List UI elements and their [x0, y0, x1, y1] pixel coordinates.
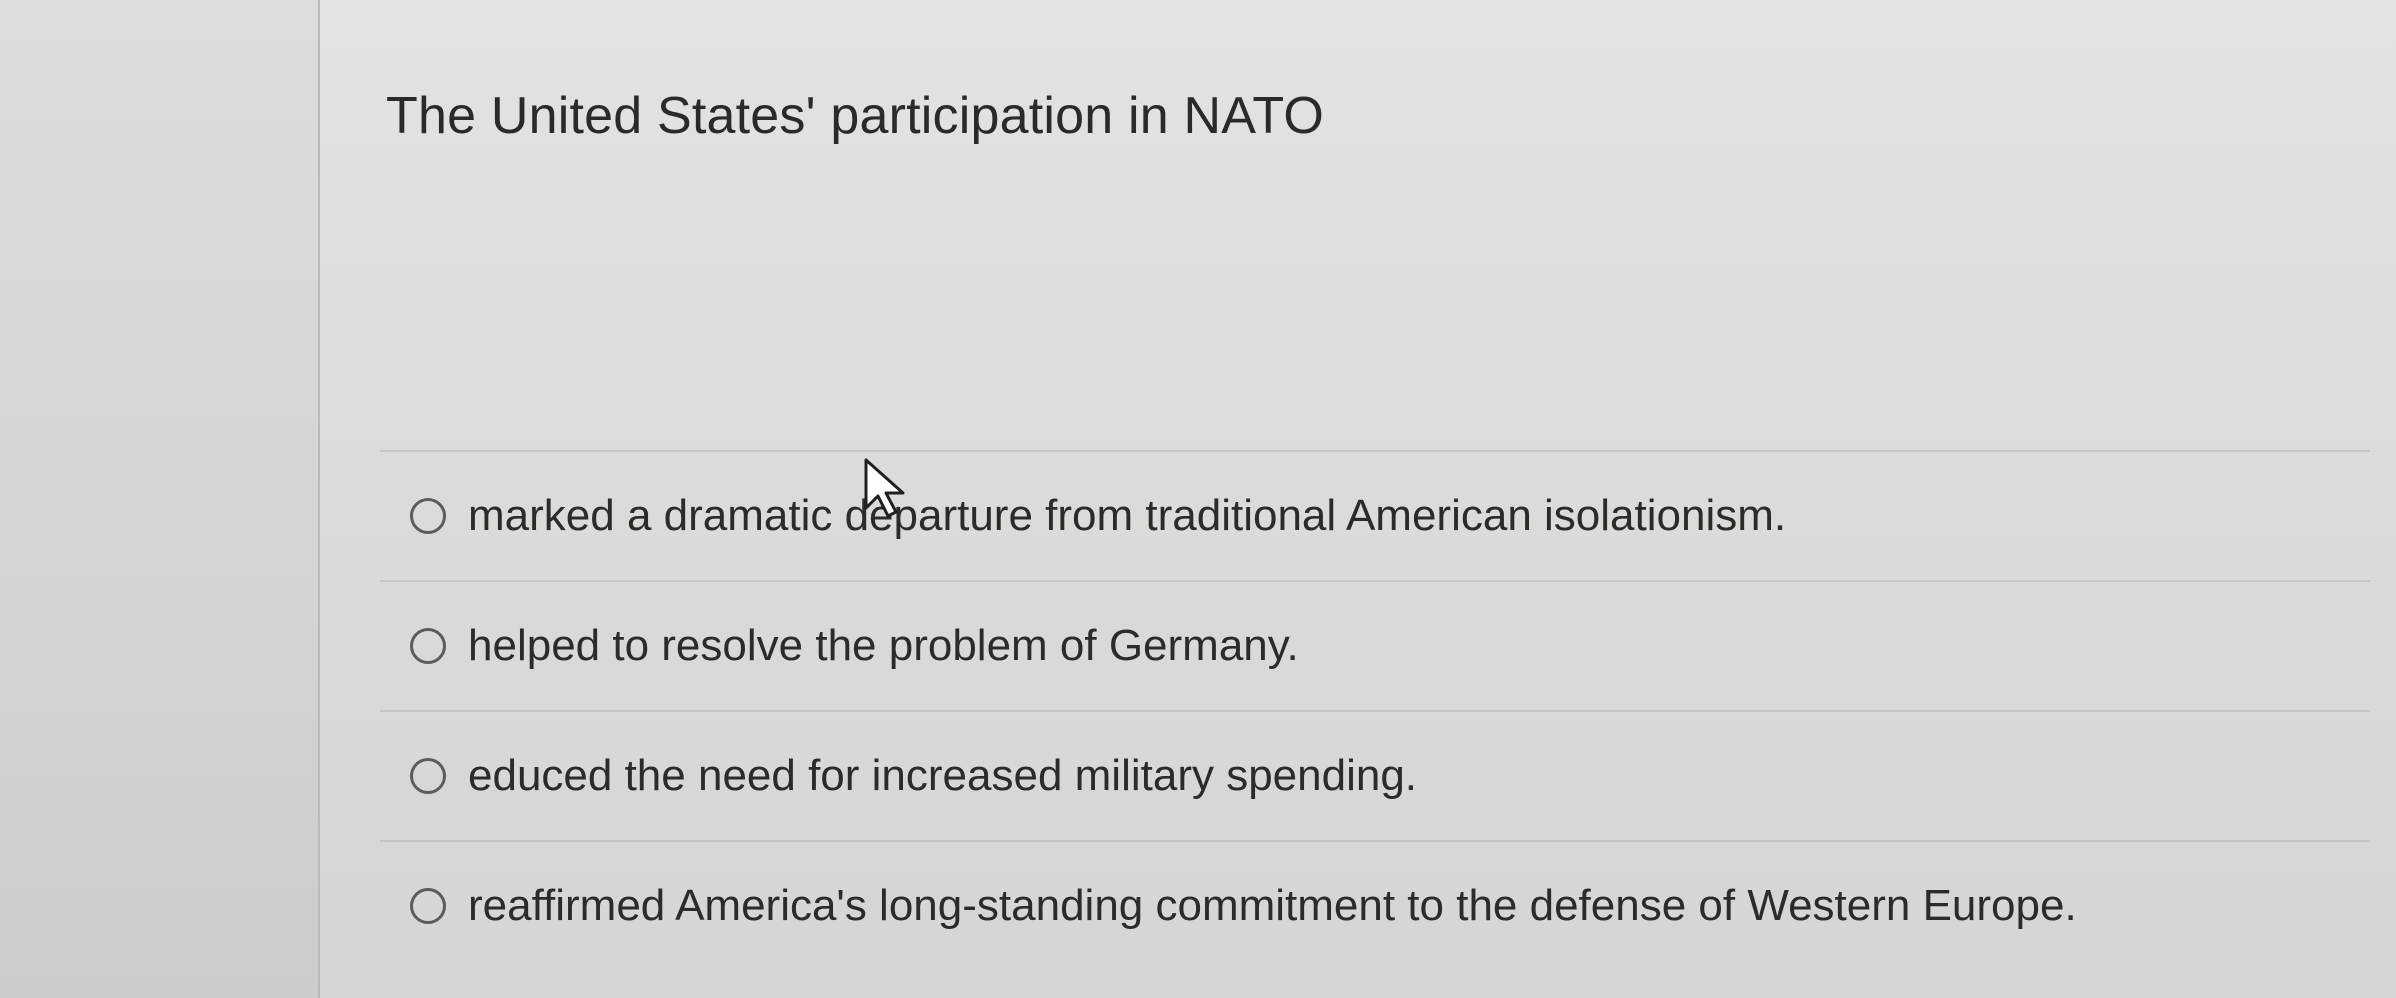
radio-button-icon[interactable]	[410, 628, 446, 664]
answer-option-3[interactable]: educed the need for increased military s…	[386, 712, 2386, 840]
answer-option-4[interactable]: reaffirmed America's long-standing commi…	[386, 842, 2386, 970]
left-panel	[0, 0, 318, 998]
quiz-page: The United States' participation in NATO…	[0, 0, 2396, 998]
answer-label[interactable]: helped to resolve the problem of Germany…	[468, 621, 1299, 671]
question-card: The United States' participation in NATO…	[320, 0, 2396, 998]
answer-list: marked a dramatic departure from traditi…	[380, 450, 2386, 970]
radio-button-icon[interactable]	[410, 758, 446, 794]
radio-button-icon[interactable]	[410, 498, 446, 534]
radio-button-icon[interactable]	[410, 888, 446, 924]
question-prompt: The United States' participation in NATO	[386, 87, 1325, 145]
answer-option-1[interactable]: marked a dramatic departure from traditi…	[386, 452, 2386, 580]
answer-label[interactable]: educed the need for increased military s…	[468, 751, 1417, 801]
answer-option-2[interactable]: helped to resolve the problem of Germany…	[386, 582, 2386, 710]
answer-label[interactable]: marked a dramatic departure from traditi…	[468, 491, 1786, 541]
answer-label[interactable]: reaffirmed America's long-standing commi…	[468, 881, 2077, 931]
